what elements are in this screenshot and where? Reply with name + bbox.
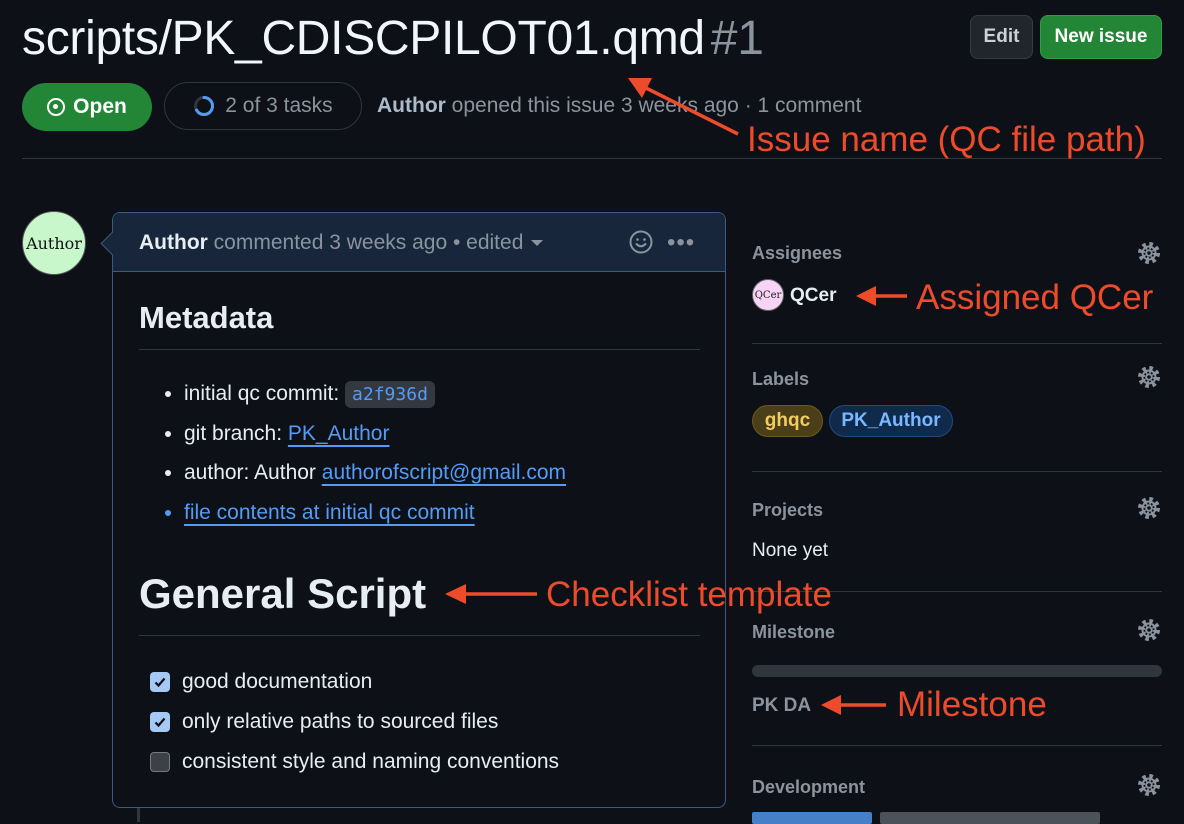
annotation-assigned-qcer: Assigned QCer	[916, 278, 1154, 317]
annotation-checklist-template: Checklist template	[546, 575, 832, 614]
annotation-milestone: Milestone	[897, 685, 1047, 724]
